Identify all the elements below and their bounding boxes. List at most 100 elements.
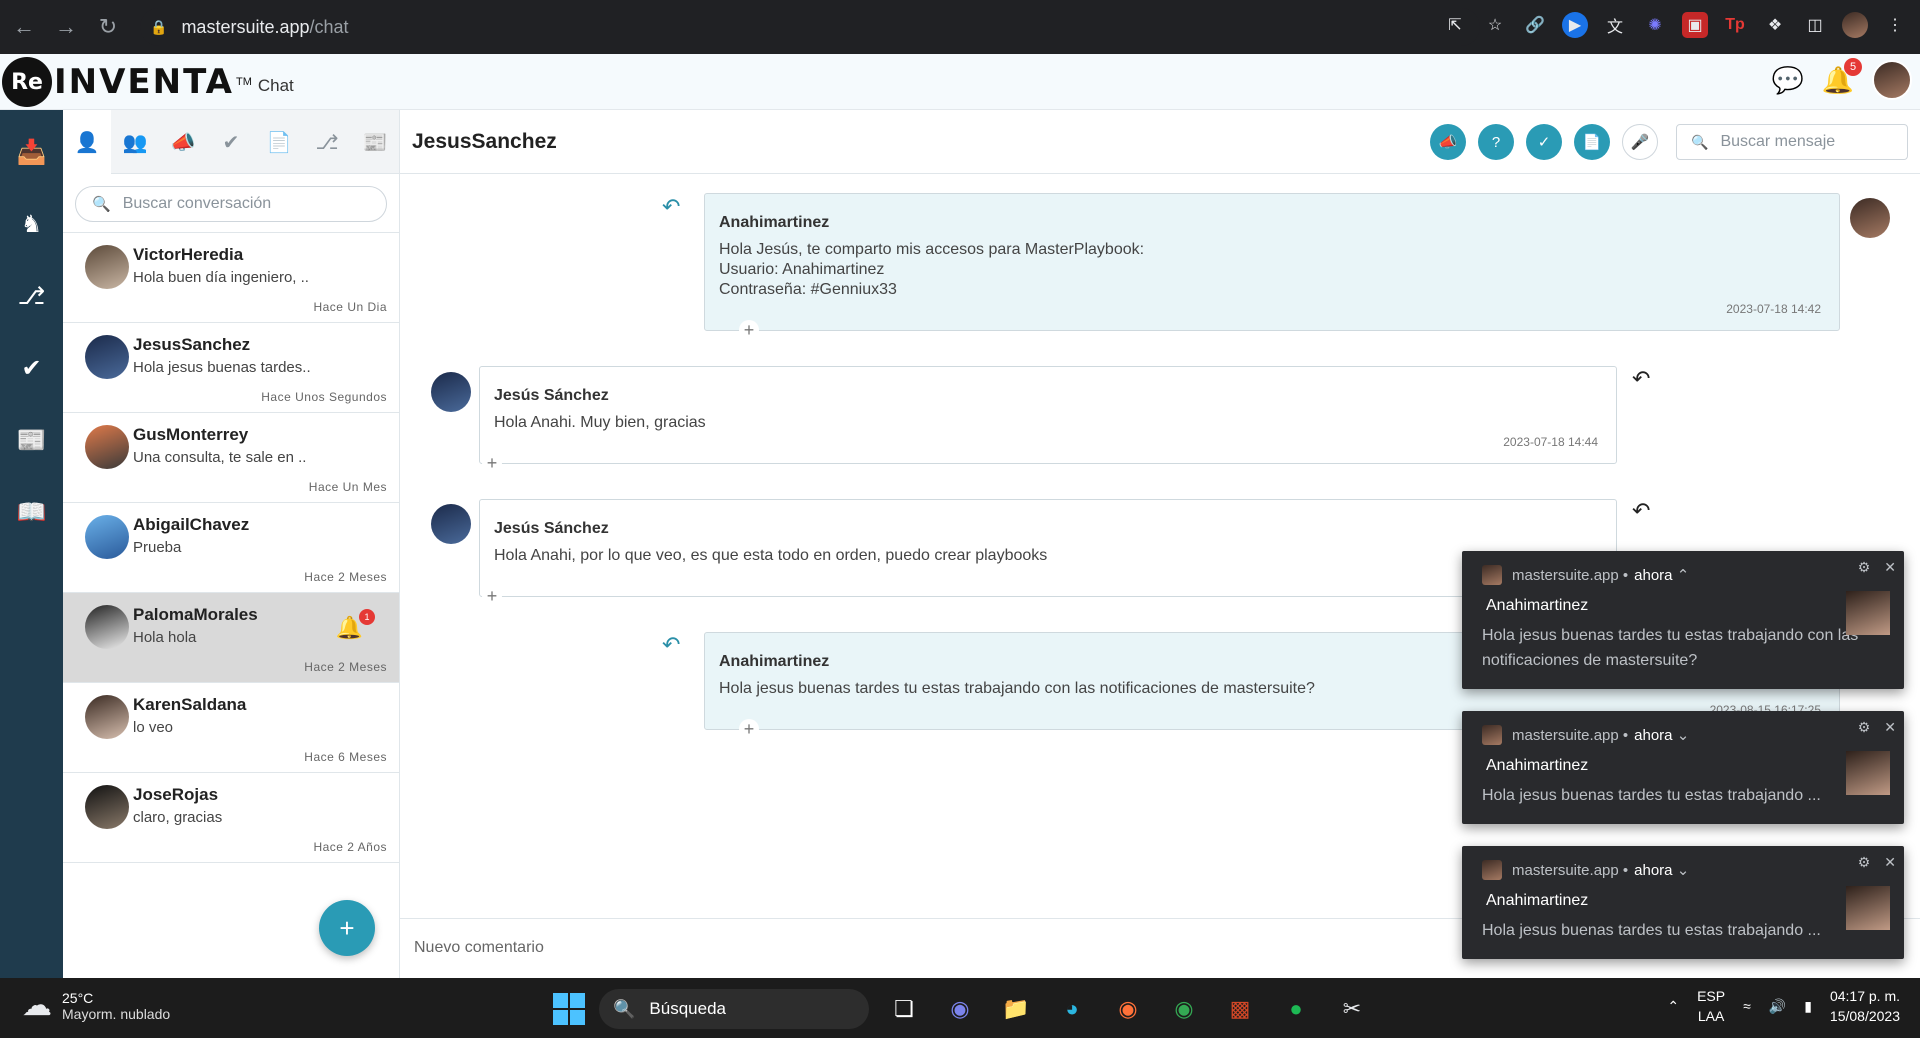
translate-extension-icon[interactable]: 文 bbox=[1602, 12, 1628, 38]
taskbar-search-label: Búsqueda bbox=[649, 999, 726, 1018]
volume-icon[interactable]: 🔊 bbox=[1769, 998, 1786, 1015]
reply-icon[interactable]: ↶ bbox=[1632, 498, 1650, 524]
search-icon: 🔍 bbox=[613, 998, 636, 1019]
tab-branch-icon[interactable]: ⎇ bbox=[303, 110, 351, 174]
reply-icon[interactable]: ↶ bbox=[1632, 366, 1650, 392]
reinventa-logo[interactable]: Re INVENTA TM Chat bbox=[2, 57, 294, 107]
tab-check-icon[interactable]: ✔ bbox=[207, 110, 255, 174]
back-icon[interactable]: ← bbox=[6, 9, 42, 45]
snipping-tool-icon[interactable]: ✂ bbox=[1331, 988, 1373, 1030]
help-button[interactable]: ? bbox=[1478, 124, 1514, 160]
add-reaction-icon[interactable]: + bbox=[739, 320, 759, 340]
desktop-notification[interactable]: mastersuite.app • ahora ⌄ ⚙ ✕ Anahimartin… bbox=[1462, 846, 1904, 959]
conversation-item[interactable]: PalomaMorales Hola hola 🔔 1 Hace 2 Meses bbox=[63, 593, 399, 683]
link-extension-icon[interactable]: 🔗 bbox=[1522, 12, 1548, 38]
edge-icon[interactable]: ◕ bbox=[1051, 988, 1093, 1030]
comment-input[interactable] bbox=[404, 923, 1464, 973]
windows-start-icon[interactable] bbox=[553, 993, 585, 1025]
tab-user-icon[interactable]: 👤 bbox=[63, 110, 111, 174]
check-circle-icon[interactable]: ✔ bbox=[16, 350, 48, 386]
conversation-item[interactable]: VictorHeredia Hola buen día ingeniero, .… bbox=[63, 233, 399, 323]
chevron-up-icon[interactable]: ⌃ bbox=[1673, 566, 1690, 584]
tab-megaphone-icon[interactable]: 📣 bbox=[159, 110, 207, 174]
tab-group-icon[interactable]: 👥 bbox=[111, 110, 159, 174]
message-search[interactable]: 🔍 Buscar mensaje bbox=[1676, 124, 1908, 160]
powerpoint-icon[interactable]: ▩ bbox=[1219, 988, 1261, 1030]
avatar bbox=[85, 245, 129, 289]
chevron-down-icon[interactable]: ⌄ bbox=[1673, 726, 1690, 744]
new-conversation-button[interactable]: + bbox=[319, 900, 375, 956]
tab-newspaper-icon[interactable]: 📰 bbox=[351, 110, 399, 174]
search-icon: 🔍 bbox=[92, 196, 111, 213]
document-button[interactable]: 📄 bbox=[1574, 124, 1610, 160]
reload-icon[interactable]: ↻ bbox=[90, 9, 126, 45]
forward-icon[interactable]: → bbox=[48, 9, 84, 45]
message-line: Hola Jesús, te comparto mis accesos para… bbox=[719, 241, 1145, 258]
newspaper-icon[interactable]: 📰 bbox=[16, 422, 48, 458]
add-reaction-icon[interactable]: + bbox=[739, 719, 759, 739]
book-icon[interactable]: 📖 bbox=[16, 494, 48, 530]
battery-icon[interactable]: ▮ bbox=[1804, 998, 1812, 1015]
taskbar-search[interactable]: 🔍 Búsqueda bbox=[599, 989, 869, 1029]
chess-knight-icon[interactable]: ♞ bbox=[16, 206, 48, 242]
desktop-notification[interactable]: mastersuite.app • ahora ⌄ ⚙ ✕ Anahimartin… bbox=[1462, 711, 1904, 824]
conversation-item[interactable]: GusMonterrey Una consulta, te sale en ..… bbox=[63, 413, 399, 503]
clock[interactable]: 04:17 p. m. 15/08/2023 bbox=[1830, 986, 1900, 1026]
chat-bubble-icon[interactable]: 💬 bbox=[1772, 64, 1804, 96]
conversation-item[interactable]: JoseRojas claro, gracias Hace 2 Años bbox=[63, 773, 399, 863]
spotify-icon[interactable]: ● bbox=[1275, 988, 1317, 1030]
chrome-icon[interactable]: ◉ bbox=[1163, 988, 1205, 1030]
conversation-item[interactable]: KarenSaldana lo veo Hace 6 Meses bbox=[63, 683, 399, 773]
tp-extension-icon[interactable]: Tp bbox=[1722, 12, 1748, 38]
inbox-icon[interactable]: 📥 bbox=[16, 134, 48, 170]
address-bar[interactable]: 🔒 mastersuite.app/chat bbox=[140, 8, 1480, 46]
megaphone-button[interactable]: 📣 bbox=[1430, 124, 1466, 160]
system-tray: ⌃ ESP LAA ≈ 🔊 ▮ 04:17 p. m. 15/08/2023 bbox=[1667, 986, 1900, 1026]
bookmark-star-icon[interactable]: ☆ bbox=[1482, 12, 1508, 38]
add-reaction-icon[interactable]: + bbox=[482, 453, 502, 473]
chevron-up-icon[interactable]: ⌃ bbox=[1667, 998, 1679, 1015]
add-reaction-icon[interactable]: + bbox=[482, 586, 502, 606]
gear-extension-icon[interactable]: ✺ bbox=[1642, 12, 1668, 38]
firefox-icon[interactable]: ◉ bbox=[1107, 988, 1149, 1030]
wifi-icon[interactable]: ≈ bbox=[1743, 998, 1751, 1014]
microphone-button[interactable]: 🎤 bbox=[1622, 124, 1658, 160]
conversation-search[interactable]: 🔍 Buscar conversación bbox=[75, 186, 387, 222]
conversation-item[interactable]: AbigailChavez Prueba Hace 2 Meses bbox=[63, 503, 399, 593]
conversation-name: GusMonterrey bbox=[133, 425, 249, 444]
reply-icon[interactable]: ↶ bbox=[662, 632, 680, 658]
teams-icon[interactable]: ◉ bbox=[939, 988, 981, 1030]
play-extension-icon[interactable]: ▶ bbox=[1562, 12, 1588, 38]
task-view-icon[interactable]: ❏ bbox=[883, 988, 925, 1030]
tab-document-icon[interactable]: 📄 bbox=[255, 110, 303, 174]
conversation-item[interactable]: JesusSanchez Hola jesus buenas tardes.. … bbox=[63, 323, 399, 413]
bell-icon[interactable]: 🔔 5 bbox=[1822, 58, 1862, 96]
message-body: Hola jesus buenas tardes tu estas trabaj… bbox=[719, 679, 1315, 699]
user-avatar[interactable] bbox=[1872, 60, 1912, 100]
avatar bbox=[85, 695, 129, 739]
close-icon[interactable]: ✕ bbox=[1884, 559, 1896, 576]
gear-icon[interactable]: ⚙ bbox=[1858, 719, 1871, 736]
close-icon[interactable]: ✕ bbox=[1884, 719, 1896, 736]
close-icon[interactable]: ✕ bbox=[1884, 854, 1896, 871]
conversation-name: AbigailChavez bbox=[133, 515, 250, 534]
puzzle-icon[interactable]: ❖ bbox=[1762, 12, 1788, 38]
notification-badge: 5 bbox=[1844, 58, 1862, 76]
url-path: /chat bbox=[309, 16, 349, 37]
conversation-panel: 👤 👥 📣 ✔ 📄 ⎇ 📰 🔍 Buscar conversación Vict… bbox=[63, 110, 400, 978]
weather-widget[interactable]: ☁ 25°C Mayorm. nublado bbox=[22, 988, 170, 1023]
reply-icon[interactable]: ↶ bbox=[662, 194, 680, 220]
camera-extension-icon[interactable]: ▣ bbox=[1682, 12, 1708, 38]
sidepanel-icon[interactable]: ◫ bbox=[1802, 12, 1828, 38]
language-indicator[interactable]: ESP LAA bbox=[1697, 986, 1725, 1026]
gear-icon[interactable]: ⚙ bbox=[1858, 559, 1871, 576]
check-button[interactable]: ✓ bbox=[1526, 124, 1562, 160]
file-explorer-icon[interactable]: 📁 bbox=[995, 988, 1037, 1030]
gear-icon[interactable]: ⚙ bbox=[1858, 854, 1871, 871]
desktop-notification[interactable]: mastersuite.app • ahora ⌃ ⚙ ✕ Anahimartin… bbox=[1462, 551, 1904, 689]
chevron-down-icon[interactable]: ⌄ bbox=[1673, 861, 1690, 879]
branch-icon[interactable]: ⎇ bbox=[16, 278, 48, 314]
share-icon[interactable]: ⇱ bbox=[1442, 12, 1468, 38]
kebab-menu-icon[interactable]: ⋮ bbox=[1882, 12, 1908, 38]
profile-icon[interactable] bbox=[1842, 12, 1868, 38]
